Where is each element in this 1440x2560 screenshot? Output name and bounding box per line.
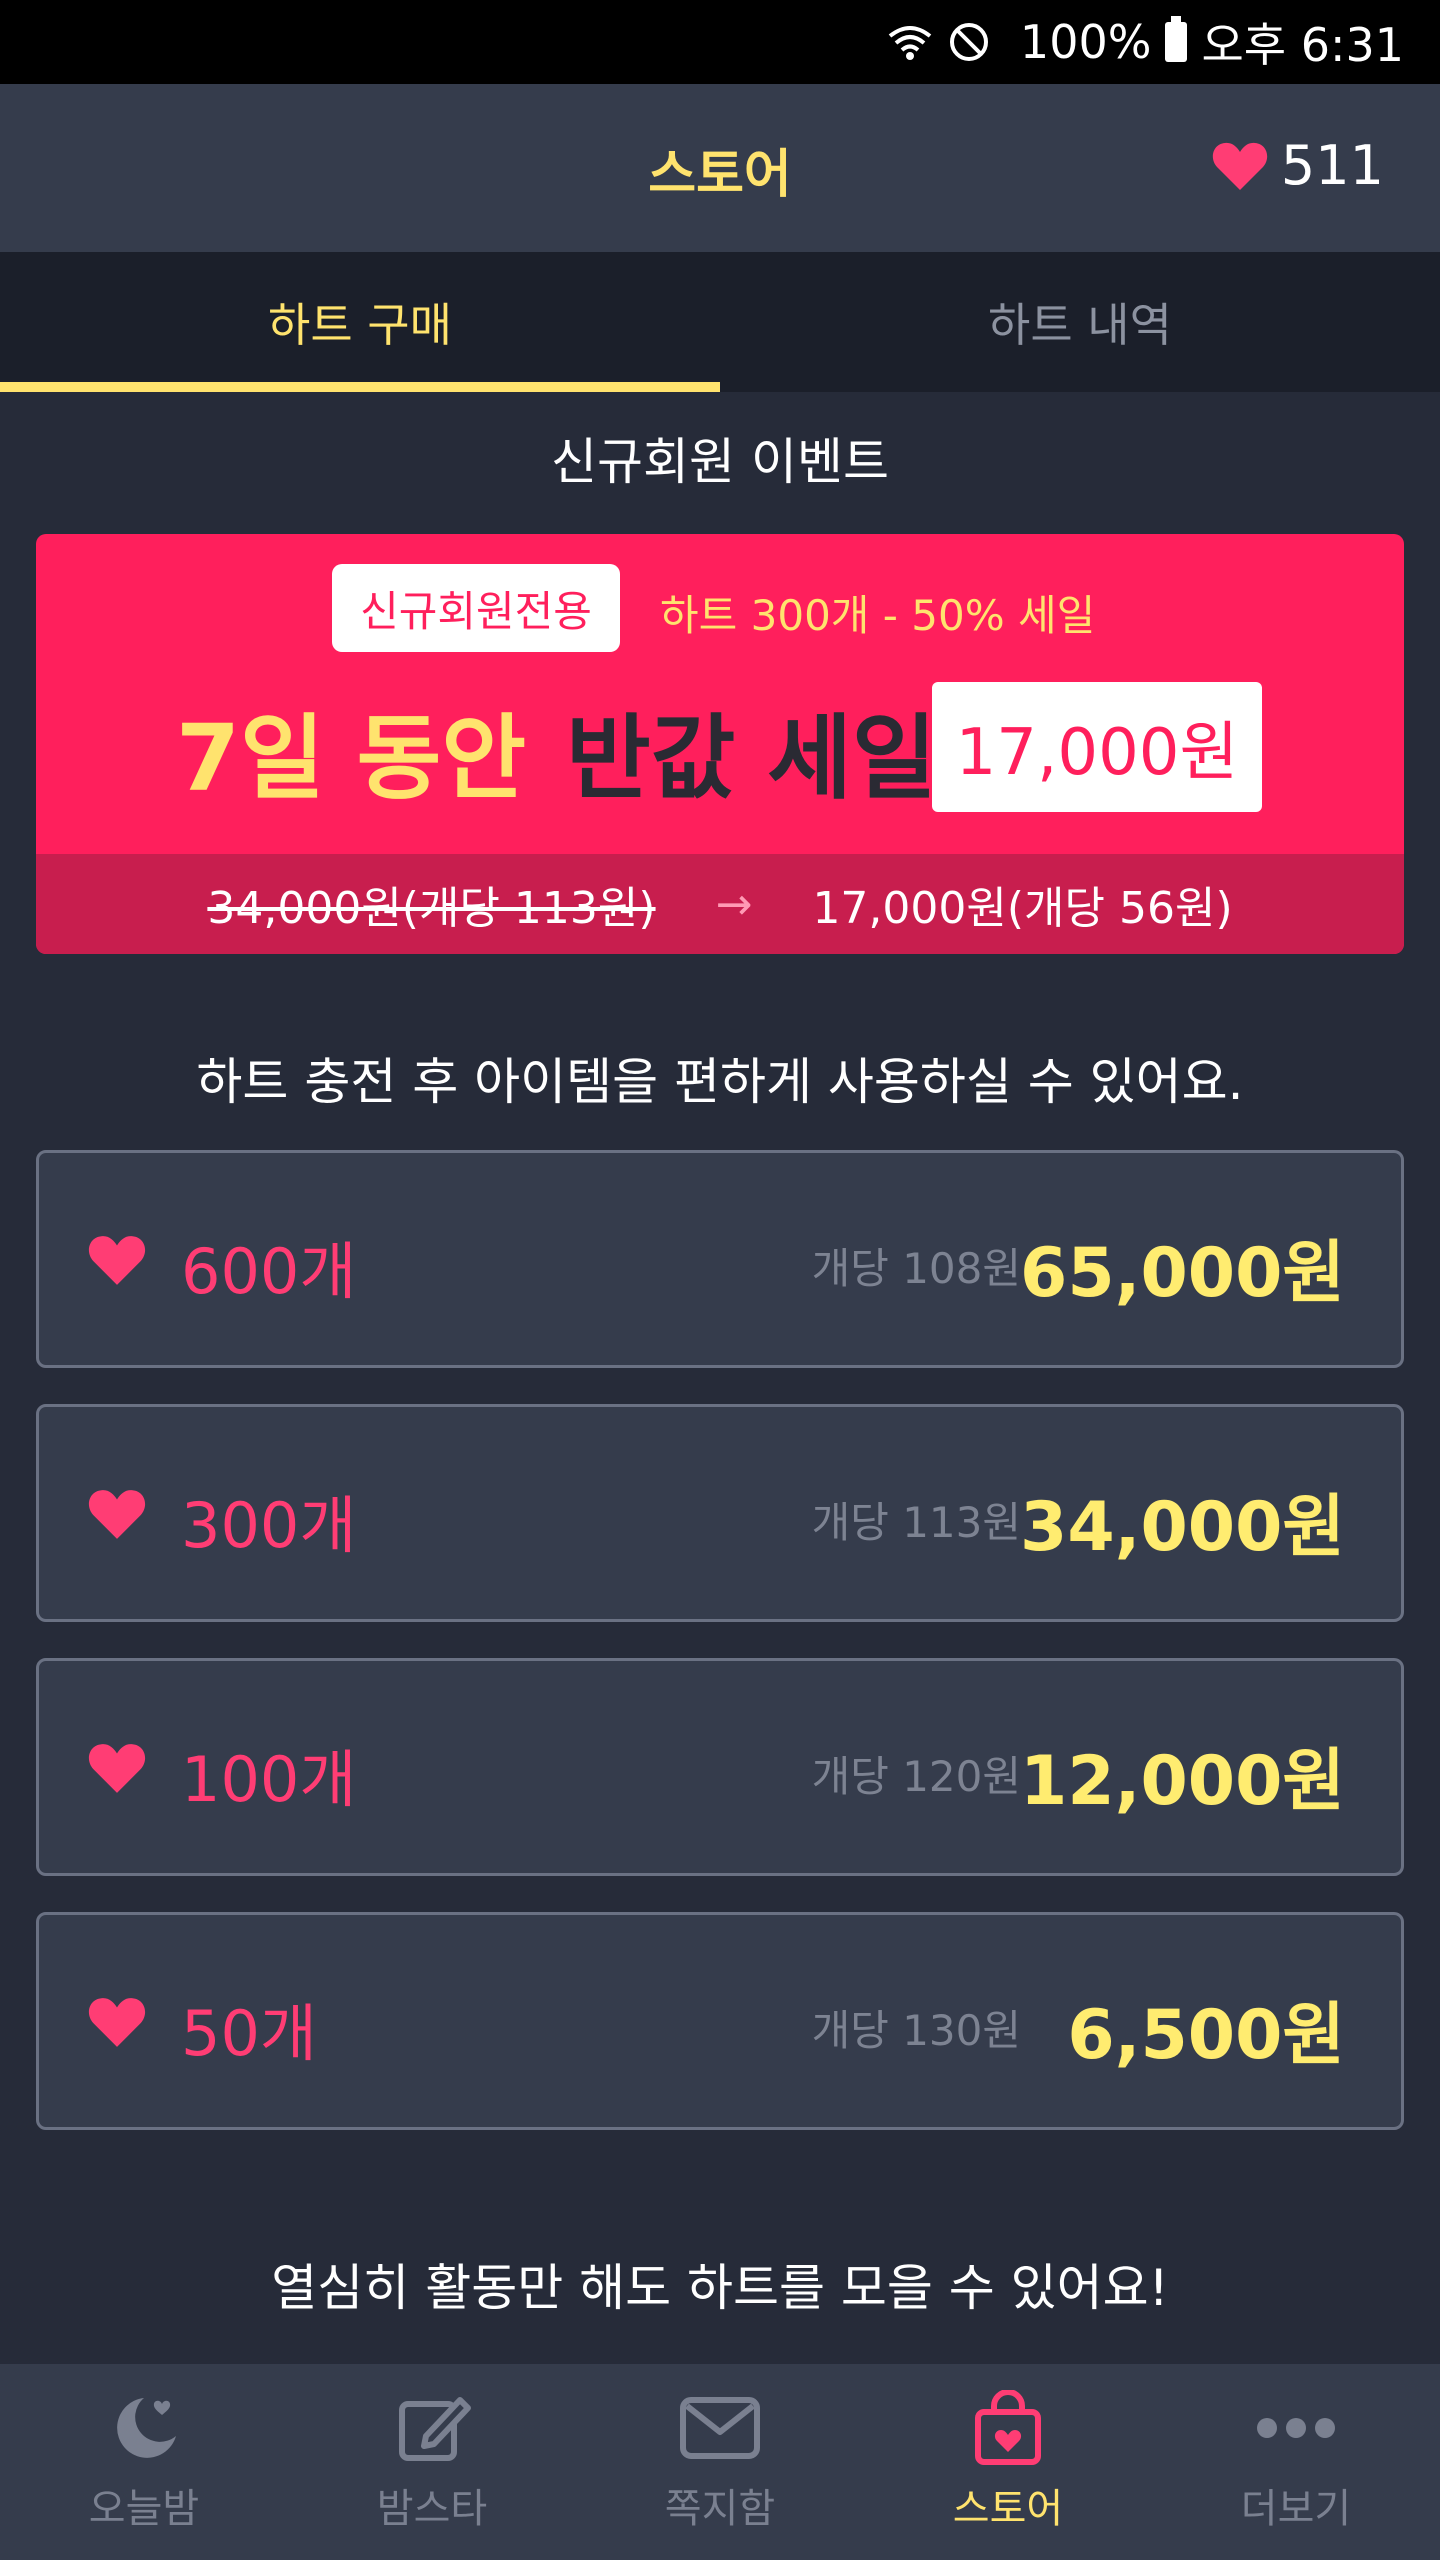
- nav-item-more[interactable]: 더보기: [1152, 2364, 1440, 2560]
- battery-percent: 100%: [1019, 15, 1152, 69]
- promo-headline-sale: 반값 세일: [565, 705, 937, 812]
- package-quantity: 300개: [181, 1489, 357, 1562]
- nav-item-bamstar[interactable]: 밤스타: [288, 2364, 576, 2560]
- arrow-icon: →: [715, 878, 753, 930]
- footer-text: 열심히 활동만 해도 하트를 모을 수 있어요!: [271, 2259, 1169, 2317]
- heart-icon: [88, 1490, 146, 1539]
- promo-subtitle: 하트 300개 - 50% 세일: [660, 591, 1096, 640]
- tab-heart-history[interactable]: 하트 내역: [720, 252, 1440, 392]
- package-price: 6,500원: [1067, 1996, 1345, 2075]
- package-price: 34,000원: [1020, 1488, 1345, 1567]
- package-quantity: 50개: [181, 1997, 317, 2070]
- nav-item-store[interactable]: 스토어: [864, 2364, 1152, 2560]
- edit-icon: [399, 2397, 471, 2461]
- heart-icon: [1212, 142, 1268, 190]
- info-text: 하트 충전 후 아이템을 편하게 사용하실 수 있어요.: [196, 1053, 1244, 1111]
- package-item[interactable]: 300개 개당 113원 34,000원: [36, 1404, 1404, 1622]
- package-price: 12,000원: [1020, 1742, 1345, 1821]
- moon-icon: [117, 2398, 176, 2458]
- package-item[interactable]: 600개 개당 108원 65,000원: [36, 1150, 1404, 1368]
- nav-label: 쪽지함: [664, 2486, 776, 2532]
- package-unit-price: 개당 120원: [811, 1752, 1021, 1801]
- battery-icon: [1165, 16, 1188, 62]
- promo-banner[interactable]: 신규회원전용 하트 300개 - 50% 세일 7일 동안 반값 세일 17,00…: [36, 534, 1404, 954]
- package-unit-price: 개당 130원: [811, 2006, 1021, 2055]
- nav-item-messages[interactable]: 쪽지함: [576, 2364, 864, 2560]
- status-time: 오후 6:31: [1201, 18, 1404, 72]
- heart-icon: [88, 1998, 146, 2047]
- more-dots-icon: [1257, 2418, 1335, 2438]
- package-quantity: 100개: [181, 1743, 357, 1816]
- promo-headline: 7일 동안 반값 세일: [176, 684, 937, 817]
- heart-count-value: 511: [1280, 134, 1384, 197]
- promo-price-compare: 34,000원(개당 113원) → 17,000원(개당 56원): [36, 854, 1404, 954]
- tab-bar: 하트 구매 하트 내역: [0, 252, 1440, 392]
- discounted-price: 17,000원(개당 56원): [812, 883, 1233, 934]
- package-price: 65,000원: [1020, 1234, 1345, 1313]
- status-icons: [886, 21, 990, 63]
- status-bar: 100% 오후 6:31: [0, 0, 1440, 84]
- package-item[interactable]: 100개 개당 120원 12,000원: [36, 1658, 1404, 1876]
- nav-label: 스토어: [952, 2486, 1064, 2532]
- promo-badge: 신규회원전용: [332, 564, 620, 652]
- wifi-icon: [888, 26, 932, 60]
- promo-price-button[interactable]: 17,000원: [932, 682, 1262, 812]
- promo-headline-duration: 7일 동안: [176, 705, 526, 812]
- original-price: 34,000원(개당 113원): [207, 883, 656, 934]
- heart-balance: 511: [1211, 134, 1384, 197]
- shopping-bag-heart-icon: [975, 2390, 1041, 2465]
- nav-label: 밤스타: [376, 2486, 488, 2532]
- package-item[interactable]: 50개 개당 130원 6,500원: [36, 1912, 1404, 2130]
- heart-icon: [88, 1744, 146, 1793]
- do-not-disturb-icon: [949, 23, 988, 61]
- nav-label: 오늘밤: [88, 2486, 200, 2532]
- bottom-nav: 오늘밤 밤스타 쪽지함 스토어 더보기: [0, 2364, 1440, 2560]
- mail-icon: [680, 2397, 760, 2459]
- package-unit-price: 개당 108원: [811, 1244, 1021, 1293]
- app-header: 스토어 511: [0, 84, 1440, 252]
- nav-item-tonight[interactable]: 오늘밤: [0, 2364, 288, 2560]
- nav-label: 더보기: [1240, 2486, 1352, 2532]
- package-unit-price: 개당 113원: [811, 1498, 1021, 1547]
- event-section-title: 신규회원 이벤트: [551, 433, 889, 491]
- heart-icon: [88, 1236, 146, 1285]
- tab-buy-hearts[interactable]: 하트 구매: [0, 252, 720, 392]
- package-quantity: 600개: [181, 1235, 357, 1308]
